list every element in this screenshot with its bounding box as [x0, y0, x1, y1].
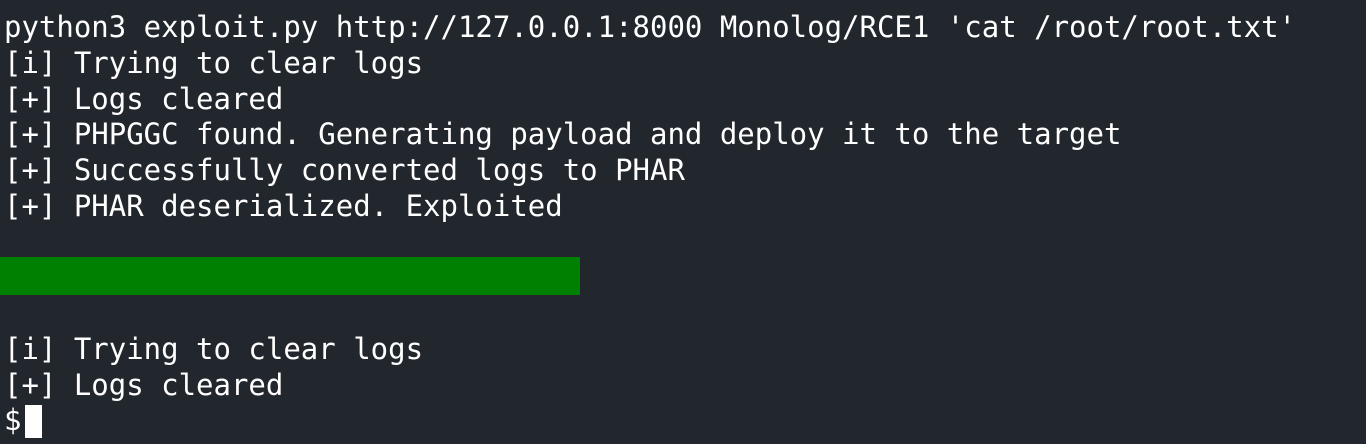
prompt-symbol: $ [4, 403, 22, 437]
terminal-window[interactable]: python3 exploit.py http://127.0.0.1:8000… [0, 0, 1366, 444]
redacted-flag-bar [0, 257, 580, 295]
terminal-top-edge [0, 0, 1366, 3]
output-line: [+] Logs cleared [4, 368, 284, 402]
text-cursor [25, 404, 43, 438]
shell-prompt-line[interactable]: $ [4, 402, 43, 438]
output-line: [+] PHPGGC found. Generating payload and… [4, 117, 1122, 151]
output-line: [i] Trying to clear logs [4, 46, 424, 80]
output-line: [+] PHAR deserialized. Exploited [4, 189, 563, 223]
output-line: [+] Logs cleared [4, 82, 284, 116]
command-line: python3 exploit.py http://127.0.0.1:8000… [4, 10, 1297, 44]
output-line: [i] Trying to clear logs [4, 332, 424, 366]
output-line: [+] Successfully converted logs to PHAR [4, 153, 685, 187]
